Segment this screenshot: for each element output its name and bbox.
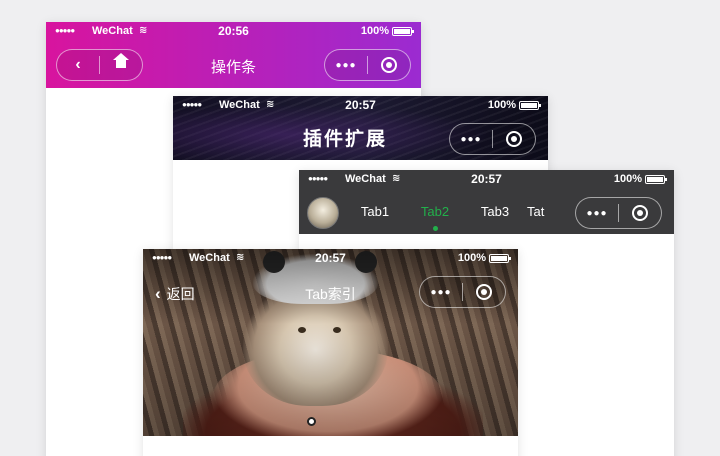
- screen-tab-index: ●●●●● WeChat ≋ 20:57 100% ‹ 返回 Tab索引 ●●●: [143, 249, 518, 456]
- more-button[interactable]: ●●●: [576, 198, 618, 228]
- nav-header: ●●●●● WeChat ≋ 20:57 100% Tab1 Tab2 Tab3…: [299, 170, 674, 234]
- tab-4[interactable]: Tat: [525, 204, 547, 219]
- battery-icon: [519, 101, 541, 110]
- battery-percent: 100%: [487, 99, 516, 111]
- more-dots-icon: ●●●: [335, 59, 357, 71]
- battery-icon: [392, 27, 414, 36]
- close-button[interactable]: [463, 277, 505, 307]
- close-button[interactable]: [368, 50, 410, 80]
- more-dots-icon: ●●●: [460, 133, 482, 145]
- record-circle-icon: [506, 131, 522, 147]
- tab-bar: Tab1 Tab2 Tab3 Tat: [345, 204, 547, 231]
- record-circle-icon: [476, 284, 492, 300]
- menu-capsule: ●●●: [419, 276, 506, 308]
- battery-icon: [489, 254, 511, 263]
- more-dots-icon: ●●●: [430, 286, 452, 298]
- menu-capsule: ●●●: [324, 49, 411, 81]
- tab-2[interactable]: Tab2: [405, 204, 465, 231]
- more-button[interactable]: ●●●: [420, 277, 462, 307]
- status-bar: ●●●●● WeChat ≋ 20:57 100%: [173, 96, 548, 116]
- battery-percent: 100%: [457, 252, 486, 264]
- more-button[interactable]: ●●●: [325, 50, 367, 80]
- menu-capsule: ●●●: [575, 197, 662, 229]
- tab-3[interactable]: Tab3: [465, 204, 525, 219]
- swiper-indicator-dot[interactable]: [307, 417, 316, 426]
- nav-header: ●●●●● WeChat ≋ 20:57 100% 插件扩展 ●●●: [173, 96, 548, 160]
- tab-1[interactable]: Tab1: [345, 204, 405, 219]
- record-circle-icon: [632, 205, 648, 221]
- status-bar: ●●●●● WeChat ≋ 20:57 100%: [143, 249, 518, 269]
- page-title: 插件扩展: [303, 129, 388, 150]
- status-bar: ●●●●● WeChat ≋ 20:56 100%: [46, 22, 421, 42]
- record-circle-icon: [381, 57, 397, 73]
- close-button[interactable]: [493, 124, 535, 154]
- avatar[interactable]: [307, 197, 339, 229]
- menu-capsule: ●●●: [449, 123, 536, 155]
- more-dots-icon: ●●●: [586, 207, 608, 219]
- battery-percent: 100%: [613, 173, 642, 185]
- battery-percent: 100%: [360, 25, 389, 37]
- more-button[interactable]: ●●●: [450, 124, 492, 154]
- nav-header: ●●●●● WeChat ≋ 20:56 100% ‹ 操作条 ●●●: [46, 22, 421, 88]
- battery-icon: [645, 175, 667, 184]
- close-button[interactable]: [619, 198, 661, 228]
- status-bar: ●●●●● WeChat ≋ 20:57 100%: [299, 170, 674, 190]
